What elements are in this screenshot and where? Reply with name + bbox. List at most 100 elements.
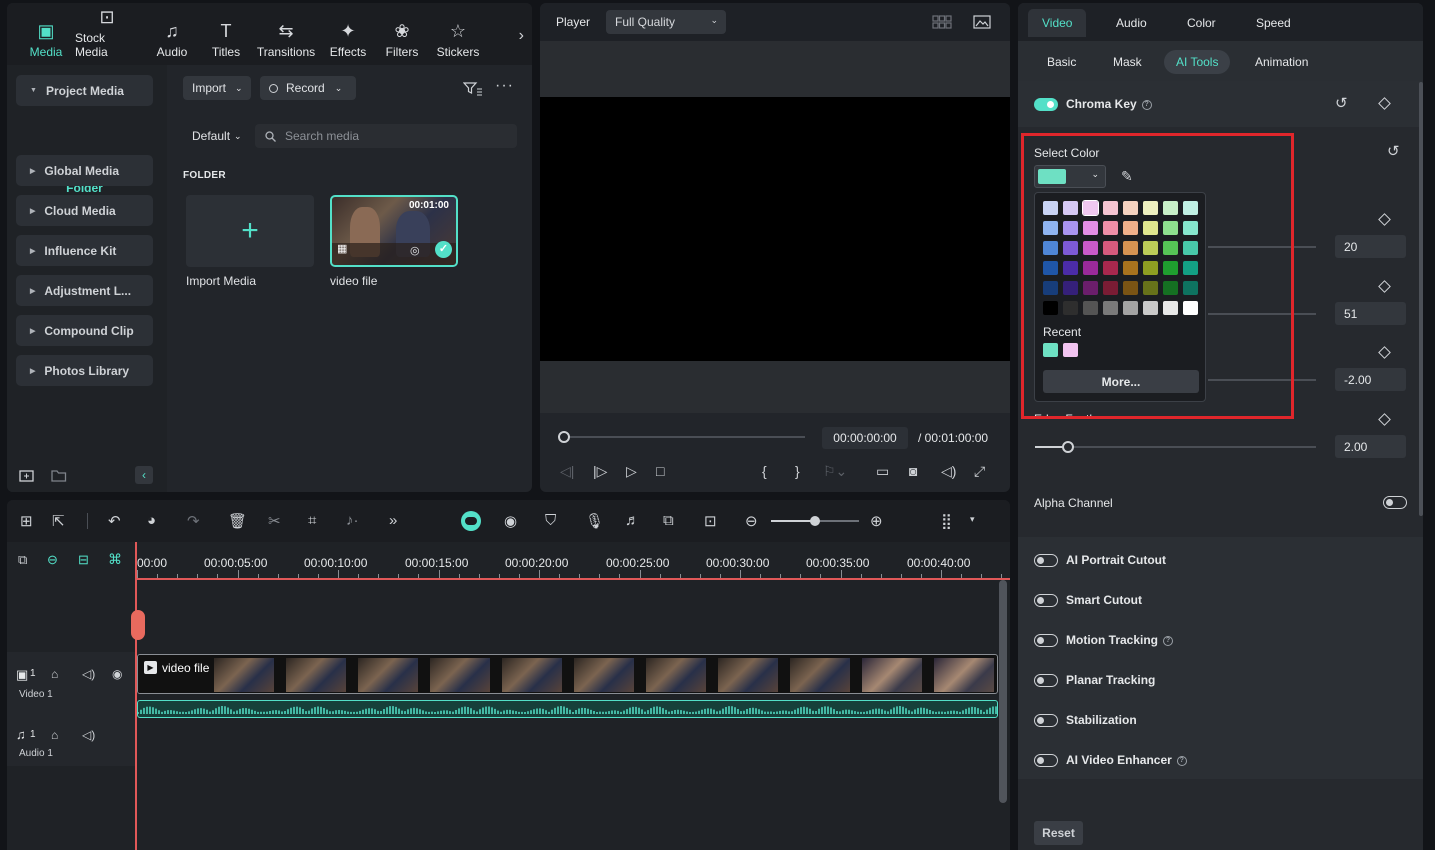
layout-icon[interactable]: ⊞ xyxy=(20,512,33,530)
tab-speed[interactable]: Speed xyxy=(1242,9,1305,37)
zoom-handle[interactable] xyxy=(810,516,820,526)
play-icon[interactable]: ▷ xyxy=(626,463,637,480)
time-ruler[interactable]: 00:00 00:00:05:00 00:00:10:00 00:00:15:0… xyxy=(137,542,1010,580)
playhead-handle[interactable] xyxy=(131,610,145,640)
audio-edit-icon[interactable]: ♪· xyxy=(346,512,359,529)
image-icon[interactable] xyxy=(973,15,991,29)
help-icon[interactable]: ? xyxy=(1141,99,1152,110)
sidebar-item-influence-kit[interactable]: ▶ Influence Kit xyxy=(16,235,153,266)
volume-icon[interactable]: ◁) xyxy=(82,728,95,742)
new-folder-icon[interactable] xyxy=(19,468,35,482)
zoom-out-icon[interactable]: ⊖ xyxy=(745,512,758,530)
sidebar-item-photos-library[interactable]: ▶ Photos Library xyxy=(16,355,153,386)
sidebar-item-compound-clip[interactable]: ▶ Compound Clip xyxy=(16,315,153,346)
fullscreen-icon[interactable]: ⤢ xyxy=(974,463,985,480)
playhead[interactable] xyxy=(135,542,137,850)
tab-stock-media[interactable]: ⊡ Stock Media xyxy=(71,3,143,59)
group-icon[interactable]: ⊟ xyxy=(78,552,89,568)
alpha-channel-toggle[interactable] xyxy=(1383,496,1407,509)
planar-tracking-toggle[interactable] xyxy=(1034,674,1058,687)
tab-effects[interactable]: ✦ Effects xyxy=(321,3,375,59)
sidebar-item-project-media[interactable]: ▼ Project Media xyxy=(16,75,153,106)
sort-dropdown[interactable]: Default ⌄ xyxy=(183,124,253,148)
more-options-icon[interactable]: ··· xyxy=(495,77,514,95)
add-track-icon[interactable]: ⧉ xyxy=(18,552,27,568)
tab-audio[interactable]: ♫ Audio xyxy=(143,3,201,59)
volume-icon[interactable]: ◁) xyxy=(82,667,95,681)
keyframe-icon[interactable] xyxy=(1378,413,1391,426)
lock-icon[interactable]: ⌂ xyxy=(51,728,58,742)
palette-icon[interactable]: ◕ xyxy=(147,512,156,529)
stop-icon[interactable]: □ xyxy=(656,463,664,479)
play-step-icon[interactable]: |▷ xyxy=(593,463,607,480)
subtab-animation[interactable]: Animation xyxy=(1243,50,1320,74)
progress-scrubber[interactable] xyxy=(558,431,805,443)
motion-tracking-toggle[interactable] xyxy=(1034,634,1058,647)
value-input[interactable]: 20 xyxy=(1335,235,1406,258)
tab-audio[interactable]: Audio xyxy=(1102,9,1161,37)
keyframe-icon[interactable] xyxy=(1378,97,1391,110)
sidebar-item-cloud-media[interactable]: ▶ Cloud Media xyxy=(16,195,153,226)
tab-transitions[interactable]: ⇆ Transitions xyxy=(251,3,321,59)
properties-scrollbar[interactable] xyxy=(1419,82,1423,516)
quality-dropdown[interactable]: Full Quality ⌄ xyxy=(606,10,726,34)
video-clip[interactable]: ▶ video file xyxy=(137,654,998,694)
timeline-scrollbar[interactable] xyxy=(999,580,1007,803)
cut-icon[interactable]: ✂ xyxy=(268,512,281,530)
record-button[interactable]: Record ⌄ xyxy=(260,76,356,100)
slider-handle[interactable] xyxy=(1062,441,1074,453)
edge-feather-slider[interactable] xyxy=(1035,441,1316,453)
value-input[interactable]: 51 xyxy=(1335,302,1406,325)
snap-icon[interactable]: ⌘ xyxy=(108,551,122,568)
grid-menu-icon[interactable]: ⣿ xyxy=(941,512,952,530)
reset-color-icon[interactable]: ↺ xyxy=(1387,142,1400,160)
keyframe-icon[interactable] xyxy=(1378,213,1391,226)
select-tool-icon[interactable]: ⇱ xyxy=(52,512,65,530)
render-icon[interactable]: ◉ xyxy=(504,512,517,530)
reset-button[interactable]: Reset xyxy=(1034,821,1083,845)
subtab-ai-tools[interactable]: AI Tools xyxy=(1164,50,1231,74)
shield-icon[interactable]: ⛉ xyxy=(545,512,556,529)
tab-media[interactable]: ▣ Media xyxy=(21,3,71,59)
zoom-slider[interactable] xyxy=(771,516,859,526)
video-file-thumbnail[interactable]: 00:01:00 ▦ ◎ ✓ xyxy=(330,195,458,267)
marker-icon[interactable]: ⚐⌄ xyxy=(823,463,847,480)
tab-video[interactable]: Video xyxy=(1028,9,1087,37)
value-input[interactable]: 2.00 xyxy=(1335,435,1406,458)
redo-icon[interactable]: ↷ xyxy=(187,512,200,530)
audio-clip[interactable] xyxy=(137,700,998,718)
mark-out-icon[interactable]: } xyxy=(795,463,800,479)
grid-view-icon[interactable] xyxy=(932,15,952,29)
ai-video-enhancer-toggle[interactable] xyxy=(1034,754,1058,767)
ai-portrait-toggle[interactable] xyxy=(1034,554,1058,567)
tab-titles[interactable]: T Titles xyxy=(201,3,251,59)
keyframe-icon[interactable] xyxy=(1378,280,1391,293)
import-media-tile[interactable]: + xyxy=(186,195,314,267)
chevron-down-icon[interactable]: ▾ xyxy=(970,514,975,525)
value-input[interactable]: -2.00 xyxy=(1335,368,1406,391)
collapse-sidebar-icon[interactable]: ‹ xyxy=(135,466,153,484)
screen-record-icon[interactable]: ⧉ xyxy=(663,512,674,529)
mark-in-icon[interactable]: { xyxy=(762,463,767,479)
subtab-mask[interactable]: Mask xyxy=(1101,50,1154,74)
scrubber-handle[interactable] xyxy=(558,431,570,443)
preview-screen[interactable] xyxy=(540,97,1010,361)
tab-stickers[interactable]: ☆ Stickers xyxy=(429,3,487,59)
music-list-icon[interactable]: ♬ xyxy=(625,512,640,529)
chroma-key-toggle[interactable] xyxy=(1034,98,1058,111)
help-icon[interactable]: ? xyxy=(1163,635,1174,646)
ai-assistant-icon[interactable] xyxy=(461,511,481,531)
stabilization-toggle[interactable] xyxy=(1034,714,1058,727)
fit-icon[interactable]: ⊡ xyxy=(704,512,717,530)
link-icon[interactable]: ⊖ xyxy=(47,552,58,568)
microphone-icon[interactable]: 🎙 xyxy=(585,512,604,530)
filter-icon[interactable] xyxy=(463,81,483,97)
previous-frame-icon[interactable]: ◁| xyxy=(560,463,574,480)
tab-color[interactable]: Color xyxy=(1173,9,1230,37)
delete-icon[interactable]: 🗑 xyxy=(228,512,247,530)
tab-filters[interactable]: ❀ Filters xyxy=(375,3,429,59)
search-media-input[interactable]: Search media xyxy=(255,124,517,148)
undo-icon[interactable]: ↶ xyxy=(108,512,121,530)
smart-cutout-toggle[interactable] xyxy=(1034,594,1058,607)
sidebar-item-global-media[interactable]: ▶ Global Media xyxy=(16,155,153,186)
